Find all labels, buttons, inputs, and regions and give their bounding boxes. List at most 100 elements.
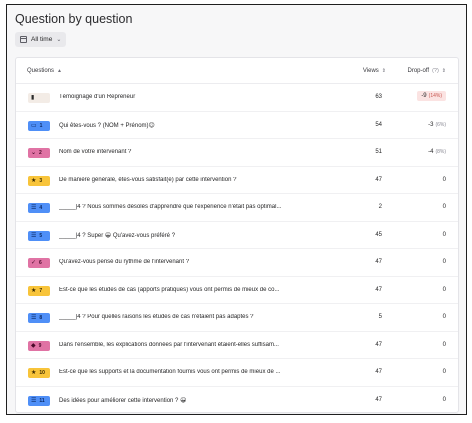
table-row[interactable]: ☰ 4 _____|4 ? Nous sommes désolés d'appren… xyxy=(16,194,458,222)
dropoff-count: 0 xyxy=(442,231,446,238)
dropoff-count: 0 xyxy=(442,259,446,265)
report-panel: Question by question All time ⌄ Question… xyxy=(6,4,467,415)
question-text: _____|4 ? Super 😀 Qu'avez-vous préféré ? xyxy=(59,232,176,239)
sort-icon: ⇕ xyxy=(441,68,446,74)
chevron-down-icon: ⌄ xyxy=(56,37,62,43)
dropoff-percent: (6%) xyxy=(435,121,446,128)
star-icon: ★ xyxy=(31,177,37,184)
time-filter-label: All time xyxy=(31,36,53,43)
question-text: _____|4 ? Pour quelles raisons les étude… xyxy=(59,314,254,320)
table-row[interactable]: ▮ Témoignage d'un Repreneur 63 -9 (14%) xyxy=(16,84,458,112)
dropdown-icon: ⌄ xyxy=(31,150,37,156)
question-number: 10 xyxy=(39,370,45,376)
dropoff-column-header[interactable]: Drop-off (?) ⇕ xyxy=(407,68,446,74)
table-row[interactable]: ☰ 5 _____|4 ? Super 😀 Qu'avez-vous préféré… xyxy=(16,222,458,249)
dropoff-value: 0 xyxy=(443,369,446,375)
dropoff-percent: (8%) xyxy=(435,149,446,155)
views-value: 47 xyxy=(375,396,382,403)
star-icon: ★ xyxy=(31,287,37,294)
views-value: 54 xyxy=(375,121,382,128)
question-type-badge: ★ 7 xyxy=(28,285,50,296)
dropoff-value: 0 xyxy=(443,397,446,403)
views-value: 2 xyxy=(378,204,382,210)
long-text-icon: ☰ xyxy=(31,232,37,239)
dropoff-count: 0 xyxy=(442,341,446,348)
question-number: 11 xyxy=(39,397,45,404)
views-value: 47 xyxy=(375,176,382,183)
question-type-badge: ☰ 11 xyxy=(28,395,50,406)
table-row[interactable]: ▭ 1 Qui êtes-vous ? (NOM + Prénom)😊 54 -3 (6%… xyxy=(16,112,458,139)
calendar-icon xyxy=(20,36,27,43)
question-text: _____|4 ? Nous sommes désolés d'apprendr… xyxy=(59,204,282,210)
dropoff-count: 0 xyxy=(442,369,446,375)
question-number: 9 xyxy=(38,342,42,349)
views-column-label: Views xyxy=(362,68,379,74)
views-value: 51 xyxy=(375,149,382,155)
dropoff-value: 0 xyxy=(443,177,446,183)
table-row[interactable]: ⌄ 2 Nom de votre intervenant ? 51 -4 (8%) xyxy=(16,139,458,167)
question-type-badge: ▭ 1 xyxy=(28,120,50,131)
dropoff-value: 0 xyxy=(443,259,446,265)
table-row[interactable]: ★ 7 Est-ce que les études de cas (apports … xyxy=(16,277,458,304)
dropoff-value: -4 (8%) xyxy=(428,149,446,155)
views-value: 47 xyxy=(375,369,382,375)
people-icon: ◆ xyxy=(31,342,36,349)
question-number: 7 xyxy=(39,287,43,294)
dropoff-value: 0 xyxy=(443,314,446,320)
question-type-badge: ☰ 5 xyxy=(28,230,50,241)
dropoff-percent: (14%) xyxy=(428,93,442,99)
table-row[interactable]: ☰ 8 _____|4 ? Pour quelles raisons les étu… xyxy=(16,304,458,332)
question-text: Nom de votre intervenant ? xyxy=(59,149,132,155)
question-type-badge: ◆ 9 xyxy=(28,340,50,351)
table-row[interactable]: ★ 10 Est-ce que les supports et la documen… xyxy=(16,359,458,387)
question-number: 3 xyxy=(39,177,43,184)
question-type-badge: ⌄ 2 xyxy=(28,148,50,158)
short-text-icon: ▭ xyxy=(31,122,37,129)
dropoff-value: 0 xyxy=(443,232,446,238)
sort-icon: ⇕ xyxy=(381,68,386,74)
views-value: 5 xyxy=(378,314,382,320)
question-number: 5 xyxy=(39,232,43,239)
dropoff-column-label: Drop-off xyxy=(407,68,430,74)
dropoff-value: 0 xyxy=(443,287,446,293)
question-number: 2 xyxy=(39,150,42,156)
dropoff-value: 0 xyxy=(443,204,446,210)
views-value: 47 xyxy=(375,341,382,348)
question-number: 4 xyxy=(39,205,43,211)
table-row[interactable]: ☰ 11 Des idées pour améliorer cette interv… xyxy=(16,387,458,414)
dropoff-count: 0 xyxy=(442,396,446,403)
time-filter-dropdown[interactable]: All time ⌄ xyxy=(15,32,67,47)
dropoff-value: -9 (14%) xyxy=(417,91,446,101)
question-type-badge: ✓ 6 xyxy=(28,258,50,268)
page-title: Question by question xyxy=(15,12,133,26)
table-row[interactable]: ★ 3 De manière générale, êtes-vous satisfa… xyxy=(16,167,458,194)
long-text-icon: ☰ xyxy=(31,205,37,211)
views-value: 47 xyxy=(375,259,382,265)
question-text: Qui êtes-vous ? (NOM + Prénom)😊 xyxy=(59,122,155,129)
question-type-badge: ▮ xyxy=(28,93,50,103)
questions-column-header[interactable]: Questions ▲ xyxy=(27,68,62,74)
views-value: 63 xyxy=(375,94,382,100)
question-number: 1 xyxy=(39,122,43,129)
help-icon[interactable]: (?) xyxy=(432,68,439,74)
sort-asc-icon: ▲ xyxy=(57,68,62,74)
question-type-badge: ★ 10 xyxy=(28,368,50,378)
questions-table: Questions ▲ Views ⇕ Drop-off (?) ⇕ ▮ Témo… xyxy=(15,57,459,414)
table-row[interactable]: ✓ 6 Qu'avez-vous pensé du rythme de l'inte… xyxy=(16,249,458,277)
views-value: 45 xyxy=(375,231,382,238)
views-value: 47 xyxy=(375,286,382,293)
question-number: 6 xyxy=(39,260,42,266)
dropoff-value: -3 (6%) xyxy=(428,122,446,128)
table-row[interactable]: ◆ 9 Dans l'ensemble, les explications donn… xyxy=(16,332,458,359)
dropoff-count: 0 xyxy=(442,176,446,183)
question-type-badge: ★ 3 xyxy=(28,175,50,186)
question-text: Dans l'ensemble, les explications donnée… xyxy=(59,341,279,348)
question-text: Des idées pour améliorer cette intervent… xyxy=(59,397,187,404)
dropoff-count: 0 xyxy=(442,286,446,293)
question-text: Témoignage d'un Repreneur xyxy=(59,94,136,100)
table-header: Questions ▲ Views ⇕ Drop-off (?) ⇕ xyxy=(16,58,458,84)
question-type-badge: ☰ 4 xyxy=(28,203,50,213)
views-column-header[interactable]: Views ⇕ xyxy=(363,68,386,74)
dropoff-count: -3 xyxy=(428,121,434,128)
question-text: Est-ce que les supports et la documentat… xyxy=(59,369,281,375)
